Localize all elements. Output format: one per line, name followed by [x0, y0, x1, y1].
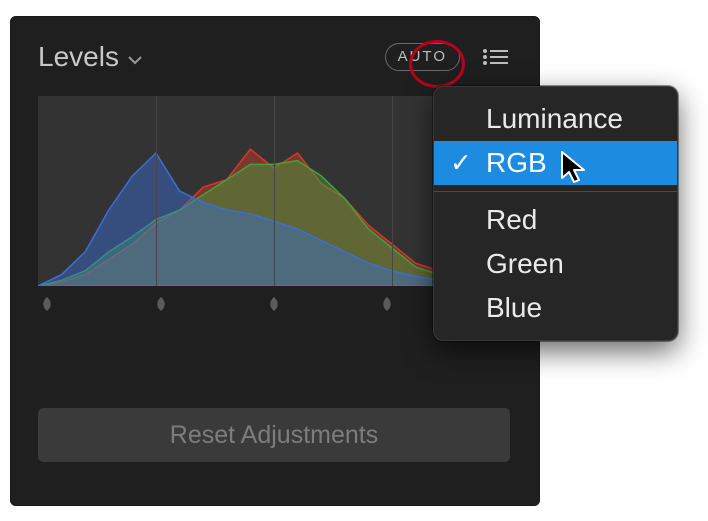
- levels-slider-handle[interactable]: [37, 294, 57, 314]
- list-mode-button[interactable]: [478, 43, 512, 71]
- menu-item-label: Green: [486, 248, 564, 280]
- list-icon: [481, 47, 509, 67]
- menu-item-label: RGB: [486, 147, 547, 179]
- levels-slider-handle[interactable]: [377, 294, 397, 314]
- histogram-divider: [274, 96, 275, 286]
- menu-separator: [434, 191, 677, 192]
- menu-item-label: Blue: [486, 292, 542, 324]
- menu-item-label: Red: [486, 204, 537, 236]
- channel-menu: Luminance ✓ RGB Red Green Blue: [433, 86, 678, 341]
- levels-header: Levels AUTO: [38, 38, 512, 76]
- menu-item-label: Luminance: [486, 103, 623, 135]
- channel-menu-item[interactable]: Red: [434, 198, 677, 242]
- chevron-down-icon[interactable]: [127, 52, 143, 68]
- levels-slider-handle[interactable]: [151, 294, 171, 314]
- histogram-divider: [156, 96, 157, 286]
- histogram-divider: [392, 96, 393, 286]
- channel-menu-item[interactable]: Luminance: [434, 97, 677, 141]
- check-icon: ✓: [450, 148, 472, 179]
- levels-slider-handle[interactable]: [264, 294, 284, 314]
- auto-button[interactable]: AUTO: [385, 43, 460, 71]
- reset-adjustments-button[interactable]: Reset Adjustments: [38, 408, 510, 462]
- channel-menu-item[interactable]: Green: [434, 242, 677, 286]
- channel-menu-item[interactable]: Blue: [434, 286, 677, 330]
- channel-menu-item[interactable]: ✓ RGB: [434, 141, 677, 185]
- section-title: Levels: [38, 41, 119, 73]
